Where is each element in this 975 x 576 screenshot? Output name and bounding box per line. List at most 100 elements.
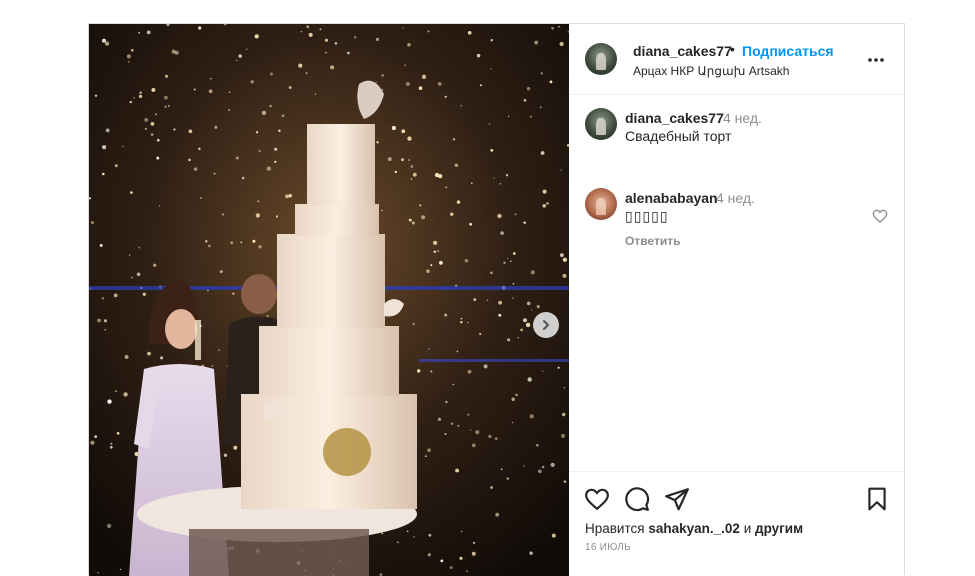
spark [411, 178, 413, 180]
spark [194, 167, 197, 170]
spark [451, 422, 453, 424]
spark [301, 31, 302, 32]
spark [107, 399, 111, 403]
spark [537, 305, 540, 308]
heart-icon[interactable] [584, 486, 610, 512]
spark [543, 190, 547, 194]
spark [147, 31, 151, 35]
spark [211, 365, 213, 367]
author-username[interactable]: diana_cakes77 [633, 43, 732, 59]
spark [200, 197, 202, 199]
spark [469, 223, 472, 226]
comment-text: ▯▯▯▯▯ [625, 208, 669, 225]
caption-time[interactable]: 4 нед. [723, 110, 762, 126]
more-options-button[interactable] [866, 50, 886, 70]
spark [214, 173, 216, 175]
commenter-username[interactable]: alenababayan [625, 190, 718, 206]
spark [552, 534, 556, 538]
spark [488, 435, 491, 438]
follow-button[interactable]: Подписаться [742, 43, 834, 59]
spark [467, 322, 469, 324]
spark [125, 355, 129, 359]
spark [309, 33, 313, 37]
spark [110, 446, 113, 449]
spark [151, 133, 153, 135]
spark [540, 106, 542, 108]
spark [155, 113, 157, 115]
spark [421, 215, 425, 219]
spark [490, 272, 493, 275]
spark [251, 80, 254, 83]
spark [189, 129, 193, 133]
commenter-avatar[interactable] [585, 188, 617, 220]
spark [139, 95, 142, 98]
spark [429, 534, 432, 537]
next-photo-button[interactable] [533, 312, 559, 338]
likes-summary[interactable]: Нравится sahakyan._.02 и другим [585, 521, 803, 536]
spark [164, 96, 168, 100]
paper-plane-icon[interactable] [664, 486, 690, 512]
spark [434, 251, 436, 253]
post-date[interactable]: 16 июль [585, 542, 631, 553]
spark [413, 536, 415, 538]
spark [220, 270, 223, 273]
caption-username[interactable]: diana_cakes77 [625, 110, 724, 126]
spark [560, 253, 564, 257]
spark [160, 356, 163, 359]
spark [472, 552, 476, 556]
spark [401, 129, 405, 133]
spark [381, 533, 383, 535]
comment-time[interactable]: 4 нед. [716, 190, 755, 206]
spark [94, 435, 97, 438]
spark [156, 157, 159, 160]
spark [115, 390, 117, 392]
spark [105, 41, 109, 45]
spark [445, 186, 447, 188]
spark [274, 148, 277, 151]
likes-others[interactable]: другим [755, 521, 803, 536]
spark [438, 82, 442, 86]
spark [278, 129, 281, 132]
spark [98, 572, 99, 573]
post-location[interactable]: Арцах НКР Արցախ Artsakh [633, 64, 789, 78]
spark [397, 542, 398, 543]
spark [168, 105, 170, 107]
spark [473, 298, 476, 301]
spark [563, 258, 567, 262]
spark [230, 241, 233, 244]
spark [479, 333, 481, 335]
bookmark-icon[interactable] [864, 486, 890, 512]
spark [530, 116, 532, 118]
spark [551, 463, 555, 467]
spark [104, 329, 106, 331]
spark [381, 210, 382, 211]
spark [282, 114, 285, 117]
spark [430, 264, 432, 266]
spark [188, 159, 191, 162]
post-dialog: diana_cakes77 • Подписаться Арцах НКР Ար… [88, 23, 905, 575]
spark [267, 315, 269, 317]
blue-light-strip-right [419, 359, 569, 362]
spark [129, 254, 130, 255]
reply-button[interactable]: Ответить [625, 234, 680, 248]
spark [330, 65, 334, 69]
spark [422, 75, 426, 79]
spark [198, 148, 201, 151]
spark [151, 122, 155, 126]
spark [232, 293, 234, 295]
spark [236, 157, 239, 160]
spark [104, 319, 107, 322]
liker-username[interactable]: sahakyan._.02 [648, 521, 740, 536]
comment-bubble-icon[interactable] [624, 486, 650, 512]
spark [500, 231, 504, 235]
spark [147, 352, 151, 356]
spark [159, 205, 161, 207]
spark [433, 241, 437, 245]
post-photo[interactable] [89, 24, 569, 576]
comment-like-heart-icon[interactable] [872, 208, 888, 224]
spark [495, 513, 499, 517]
spark [455, 469, 459, 473]
author-avatar[interactable] [585, 43, 617, 75]
spark [102, 145, 106, 149]
caption-avatar[interactable] [585, 108, 617, 140]
